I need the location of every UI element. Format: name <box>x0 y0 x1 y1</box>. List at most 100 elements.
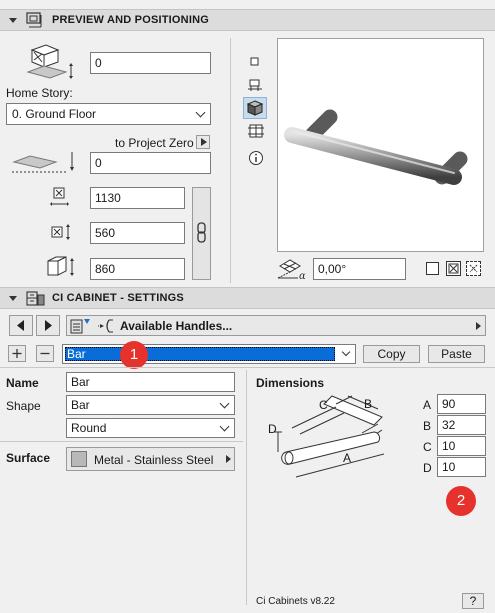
home-story-value: 0. Ground Floor <box>12 107 97 121</box>
project-zero-icon <box>12 152 74 173</box>
name-label: Name <box>6 376 39 390</box>
3d-cube-icon <box>246 100 264 116</box>
section-view-icon <box>248 124 264 138</box>
link-proportions-button[interactable] <box>192 187 211 280</box>
triangle-right-icon <box>226 455 231 463</box>
view-mode-section[interactable] <box>247 123 265 139</box>
shape-select[interactable]: Bar <box>66 395 235 415</box>
width-field[interactable]: 1130 <box>90 187 185 209</box>
diagram-label-a: A <box>343 451 352 465</box>
to-project-zero-label: to Project Zero <box>115 136 194 150</box>
handle-3d-preview-image <box>284 109 468 185</box>
chevron-down-icon <box>219 421 230 432</box>
show-hidden-toggle[interactable] <box>466 261 481 276</box>
dim-c-field[interactable]: 10 <box>437 436 486 456</box>
dashed-x-icon <box>469 264 478 273</box>
profile-select[interactable]: Round <box>66 418 235 438</box>
depth-icon <box>51 224 70 240</box>
to-project-zero-button[interactable] <box>196 135 210 149</box>
chain-link-icon <box>197 222 206 243</box>
add-handle-button[interactable] <box>8 345 26 362</box>
elevation-to-story-icon <box>26 44 73 79</box>
depth-field[interactable]: 560 <box>90 222 185 244</box>
page-list-icon <box>70 319 90 334</box>
dim-label-b: B <box>423 419 432 433</box>
settings-section-header[interactable]: CI CABINET - SETTINGS <box>0 287 495 309</box>
elevation-field[interactable]: 0 <box>90 52 211 74</box>
row-divider <box>0 367 495 368</box>
name-field[interactable]: Bar <box>66 372 235 392</box>
diagram-label-b: B <box>364 397 373 411</box>
panel-divider <box>246 370 247 605</box>
home-story-select[interactable]: 0. Ground Floor <box>6 103 211 125</box>
surface-picker[interactable]: Metal - Stainless Steel <box>66 447 235 471</box>
diagram-label-c: C <box>319 398 328 412</box>
shape-select-value: Bar <box>71 398 90 412</box>
page-selector[interactable]: Available Handles... <box>66 315 486 336</box>
page-selector-label: Available Handles... <box>120 319 233 333</box>
surface-swatch <box>71 451 87 467</box>
dim-d-field[interactable]: 10 <box>437 457 486 477</box>
view-mode-3d[interactable] <box>243 97 267 119</box>
diagram-label-d: D <box>268 422 277 436</box>
surface-picker-value: Metal - Stainless Steel <box>94 453 214 467</box>
callout-badge-1: 1 <box>120 341 148 369</box>
prev-page-button[interactable] <box>9 315 33 336</box>
handle-select[interactable]: Bar <box>62 344 356 364</box>
home-story-label: Home Story: <box>6 86 73 100</box>
dimensions-label: Dimensions <box>256 376 325 390</box>
copy-button[interactable]: Copy <box>363 345 420 363</box>
preview-divider <box>230 38 231 283</box>
paste-button[interactable]: Paste <box>428 345 485 363</box>
ci-cabinet-icon <box>26 291 45 306</box>
next-page-button[interactable] <box>36 315 60 336</box>
view-mode-floor-plan[interactable] <box>247 77 263 93</box>
help-button[interactable]: ? <box>462 593 484 609</box>
dim-label-a: A <box>423 398 432 412</box>
handle-category-icon <box>98 319 113 333</box>
floor-plan-icon <box>248 79 262 91</box>
view-mode-2d-symbol[interactable] <box>248 55 262 69</box>
preview-section-title: PREVIEW AND POSITIONING <box>52 14 209 26</box>
svg-text:α: α <box>299 271 306 280</box>
callout-badge-2: 2 <box>446 486 476 516</box>
triangle-left-icon <box>17 320 24 331</box>
chevron-down-icon <box>341 347 351 357</box>
profile-select-value: Round <box>71 421 107 435</box>
chevron-down-icon <box>219 398 230 409</box>
collapse-triangle-icon[interactable] <box>9 296 17 301</box>
preview-section-header[interactable]: PREVIEW AND POSITIONING <box>0 9 495 31</box>
project-zero-field[interactable]: 0 <box>90 152 211 174</box>
dim-label-c: C <box>423 440 432 454</box>
width-icon <box>50 187 69 206</box>
height-icon <box>47 256 74 276</box>
rotation-angle-field[interactable]: 0,00° <box>313 258 406 280</box>
surface-divider <box>0 441 243 442</box>
show-ungrouped-toggle[interactable] <box>426 262 439 275</box>
settings-section-title: CI CABINET - SETTINGS <box>52 292 184 304</box>
height-field[interactable]: 860 <box>90 258 185 280</box>
remove-handle-button[interactable] <box>36 345 54 362</box>
rotation-angle-icon: α <box>277 259 306 280</box>
plan-symbol-icon <box>250 57 259 66</box>
dim-b-field[interactable]: 32 <box>437 415 486 435</box>
show-grouped-toggle[interactable] <box>446 261 461 276</box>
chevron-down-icon <box>195 107 206 118</box>
3d-preview[interactable] <box>277 38 484 252</box>
handle-select-highlight <box>65 347 335 361</box>
x-box-icon <box>448 263 459 274</box>
dim-a-field[interactable]: 90 <box>437 394 486 414</box>
version-label: Ci Cabinets v8.22 <box>256 596 335 607</box>
plus-icon <box>12 349 22 358</box>
info-button[interactable] <box>248 150 264 166</box>
triangle-right-icon <box>45 320 52 331</box>
info-icon <box>249 151 263 165</box>
triangle-right-icon <box>476 322 481 330</box>
preview-positioning-icon <box>26 12 42 28</box>
play-right-icon <box>201 138 207 146</box>
minus-icon <box>40 352 50 355</box>
handle-select-value: Bar <box>67 347 86 361</box>
collapse-triangle-icon[interactable] <box>9 18 17 23</box>
surface-label: Surface <box>6 451 51 465</box>
shape-label: Shape <box>6 399 41 413</box>
